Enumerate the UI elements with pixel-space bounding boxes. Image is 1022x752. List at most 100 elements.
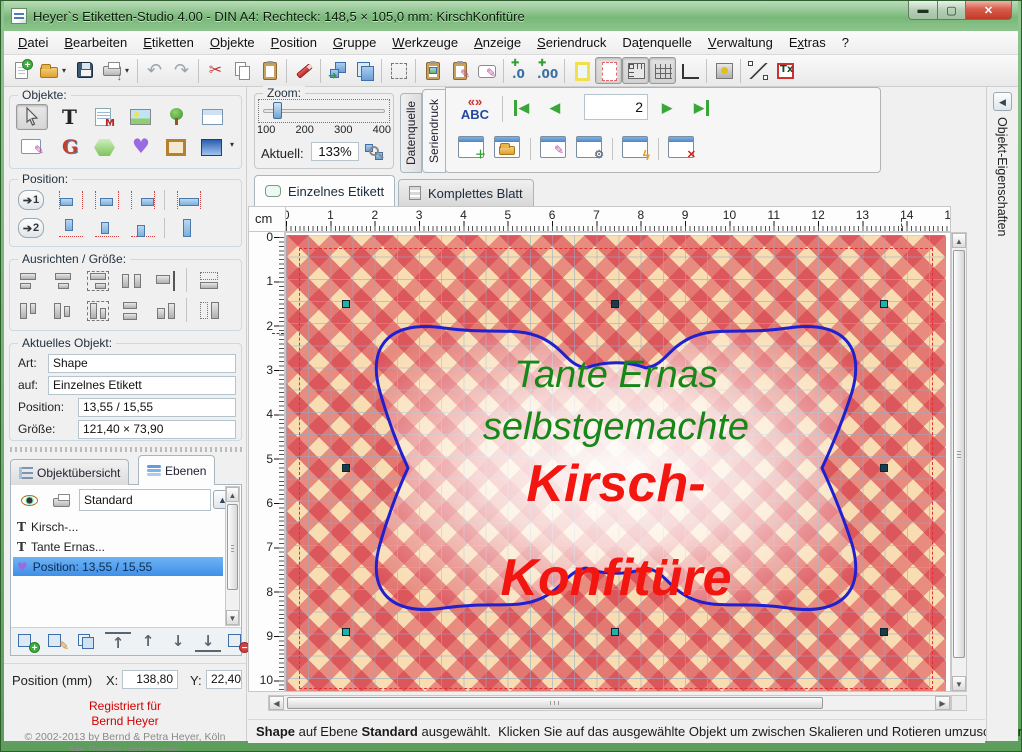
redo-button[interactable]: ↷ (168, 57, 195, 84)
notes-edit-button[interactable]: ✎ (473, 57, 500, 84)
scroll-up-arrow[interactable]: ▲ (952, 233, 966, 248)
guides-toggle[interactable] (676, 57, 703, 84)
menu-gruppe[interactable]: Gruppe (325, 31, 384, 54)
pointer-tool[interactable] (16, 104, 48, 130)
rectangle-dropdown-arrow[interactable]: ▾ (230, 140, 239, 149)
same-width-button[interactable] (194, 268, 224, 294)
open-datasource-button[interactable] (494, 136, 520, 158)
image-tool[interactable] (124, 104, 156, 130)
align-label-left-button[interactable] (56, 189, 86, 211)
selection-handle-bottom-right[interactable] (880, 628, 888, 636)
x-value-field[interactable]: 138,80 (122, 670, 178, 689)
decimal-increase-button[interactable]: ✚.0 (507, 57, 534, 84)
move-down-button[interactable]: ↓ (165, 631, 191, 653)
selection-handle-top-right[interactable] (880, 300, 888, 308)
align-label-top-button[interactable] (56, 217, 86, 239)
layer-item-tante-ernas[interactable]: T Tante Ernas... (13, 537, 223, 556)
mirror-horizontal-button[interactable] (116, 268, 146, 294)
menu-anzeige[interactable]: Anzeige (466, 31, 529, 54)
menu-objekte[interactable]: Objekte (202, 31, 263, 54)
tab-einzelnes-etikett[interactable]: Einzelnes Etikett (254, 175, 395, 206)
layer-print-button[interactable] (47, 489, 75, 511)
scroll-up-arrow[interactable]: ▲ (226, 487, 239, 502)
quick-merge-button[interactable]: ϟ (622, 136, 648, 158)
close-button[interactable]: ✕ (966, 1, 1012, 20)
layer-item-shape-selected[interactable]: ♥ Position: 13,55 / 15,55 (13, 557, 223, 576)
menu-werkzeuge[interactable]: Werkzeuge (384, 31, 466, 54)
scroll-down-arrow[interactable]: ▼ (952, 676, 966, 691)
align-label-middle-button[interactable] (92, 217, 122, 239)
open-dropdown-arrow[interactable]: ▾ (62, 66, 71, 75)
layer-name-combo[interactable]: Standard (79, 489, 211, 511)
remove-datasource-button[interactable]: ✕ (668, 136, 694, 158)
insert-object-button[interactable]: ➜ (324, 57, 351, 84)
canvas-horizontal-scrollbar[interactable]: ◀ ▶ (268, 695, 951, 711)
position-preset-2-button[interactable]: ➔2 (18, 218, 44, 238)
zoom-slider[interactable] (259, 100, 389, 122)
save-button[interactable] (71, 57, 98, 84)
last-record-button[interactable]: ▶ (694, 100, 709, 116)
new-document-button[interactable]: + (8, 57, 35, 84)
zoom-fit-button[interactable] (363, 142, 387, 164)
print-dropdown-arrow[interactable]: ▾ (125, 66, 134, 75)
layer-visibility-button[interactable] (15, 489, 43, 511)
align-middle-button[interactable] (48, 298, 78, 324)
tab-ebenen[interactable]: Ebenen (138, 455, 215, 485)
position-preset-1-button[interactable]: ➔1 (18, 190, 44, 210)
next-record-button[interactable]: ▶ (662, 100, 672, 116)
align-label-bottom-button[interactable] (128, 217, 158, 239)
add-object-button[interactable]: + (15, 631, 41, 653)
decimal-decrease-button[interactable]: ✚.00 (534, 57, 561, 84)
align-bottom-edges-button[interactable] (82, 298, 112, 324)
move-to-front-button[interactable]: ↑ (105, 631, 131, 653)
menu-help[interactable]: ? (834, 31, 857, 54)
new-datasource-button[interactable]: ＋ (458, 136, 484, 158)
tab-seriendruck[interactable]: Seriendruck (422, 89, 446, 173)
menu-seriendruck[interactable]: Seriendruck (529, 31, 614, 54)
delete-button[interactable] (290, 57, 317, 84)
background-image-button[interactable] (710, 57, 737, 84)
align-to-right-button[interactable] (150, 268, 180, 294)
zoom-value-field[interactable]: 133% (311, 142, 359, 161)
panel-splitter[interactable] (10, 447, 242, 452)
stretch-label-width-button[interactable] (174, 189, 204, 211)
shape-hexagon-tool[interactable] (88, 134, 120, 160)
selection-handle-bottom-left[interactable] (342, 628, 350, 636)
align-label-right-button[interactable] (128, 189, 158, 211)
selection-handle-top-left[interactable] (342, 300, 350, 308)
menu-datei[interactable]: Datei (10, 31, 56, 54)
selection-frame-button[interactable] (385, 57, 412, 84)
clipart-tool[interactable] (160, 104, 192, 130)
move-to-back-button[interactable]: ↓ (195, 631, 221, 653)
cut-button[interactable]: ✂ (202, 57, 229, 84)
edit-object-button[interactable]: ✎ (45, 631, 71, 653)
selection-handle-mid-right[interactable] (880, 464, 888, 472)
clipboard-edit-button[interactable]: ✎ (446, 57, 473, 84)
text-placeholder-button[interactable]: Tx (771, 57, 798, 84)
label-background-toggle[interactable] (568, 57, 595, 84)
selection-handle-bottom-center[interactable] (611, 628, 619, 636)
align-label-center-h-button[interactable] (92, 189, 122, 211)
datasource-settings-button[interactable]: ⚙ (576, 136, 602, 158)
record-number-field[interactable]: 2 (584, 94, 648, 120)
previous-record-button[interactable]: ◀ (550, 100, 560, 116)
grid-toggle[interactable] (649, 57, 676, 84)
canvas-vertical-scrollbar[interactable]: ▲ ▼ (951, 232, 967, 692)
tab-objektuebersicht[interactable]: Objektübersicht (10, 459, 129, 485)
scroll-down-arrow[interactable]: ▼ (226, 610, 239, 625)
formatted-text-tool[interactable]: M (88, 104, 120, 130)
first-record-button[interactable]: ◀ (514, 100, 529, 116)
align-center-h-button[interactable] (48, 268, 78, 294)
canvas-viewport[interactable]: Tante Ernas selbstgemachte Kirsch- Konfi… (285, 232, 951, 692)
label-canvas[interactable]: Tante Ernas selbstgemachte Kirsch- Konfi… (286, 235, 946, 692)
layer-item-kirsch[interactable]: T Kirsch-... (13, 517, 223, 536)
print-export-button[interactable]: ↓ (98, 57, 125, 84)
maximize-button[interactable]: ▢ (938, 1, 966, 20)
align-top-edges-button[interactable] (14, 298, 44, 324)
mirror-vertical-button[interactable] (116, 298, 146, 324)
open-button[interactable] (35, 57, 62, 84)
undo-button[interactable]: ↶ (141, 57, 168, 84)
copy-object-button[interactable] (75, 631, 101, 653)
selection-handle-mid-left[interactable] (342, 464, 350, 472)
menu-extras[interactable]: Extras (781, 31, 834, 54)
